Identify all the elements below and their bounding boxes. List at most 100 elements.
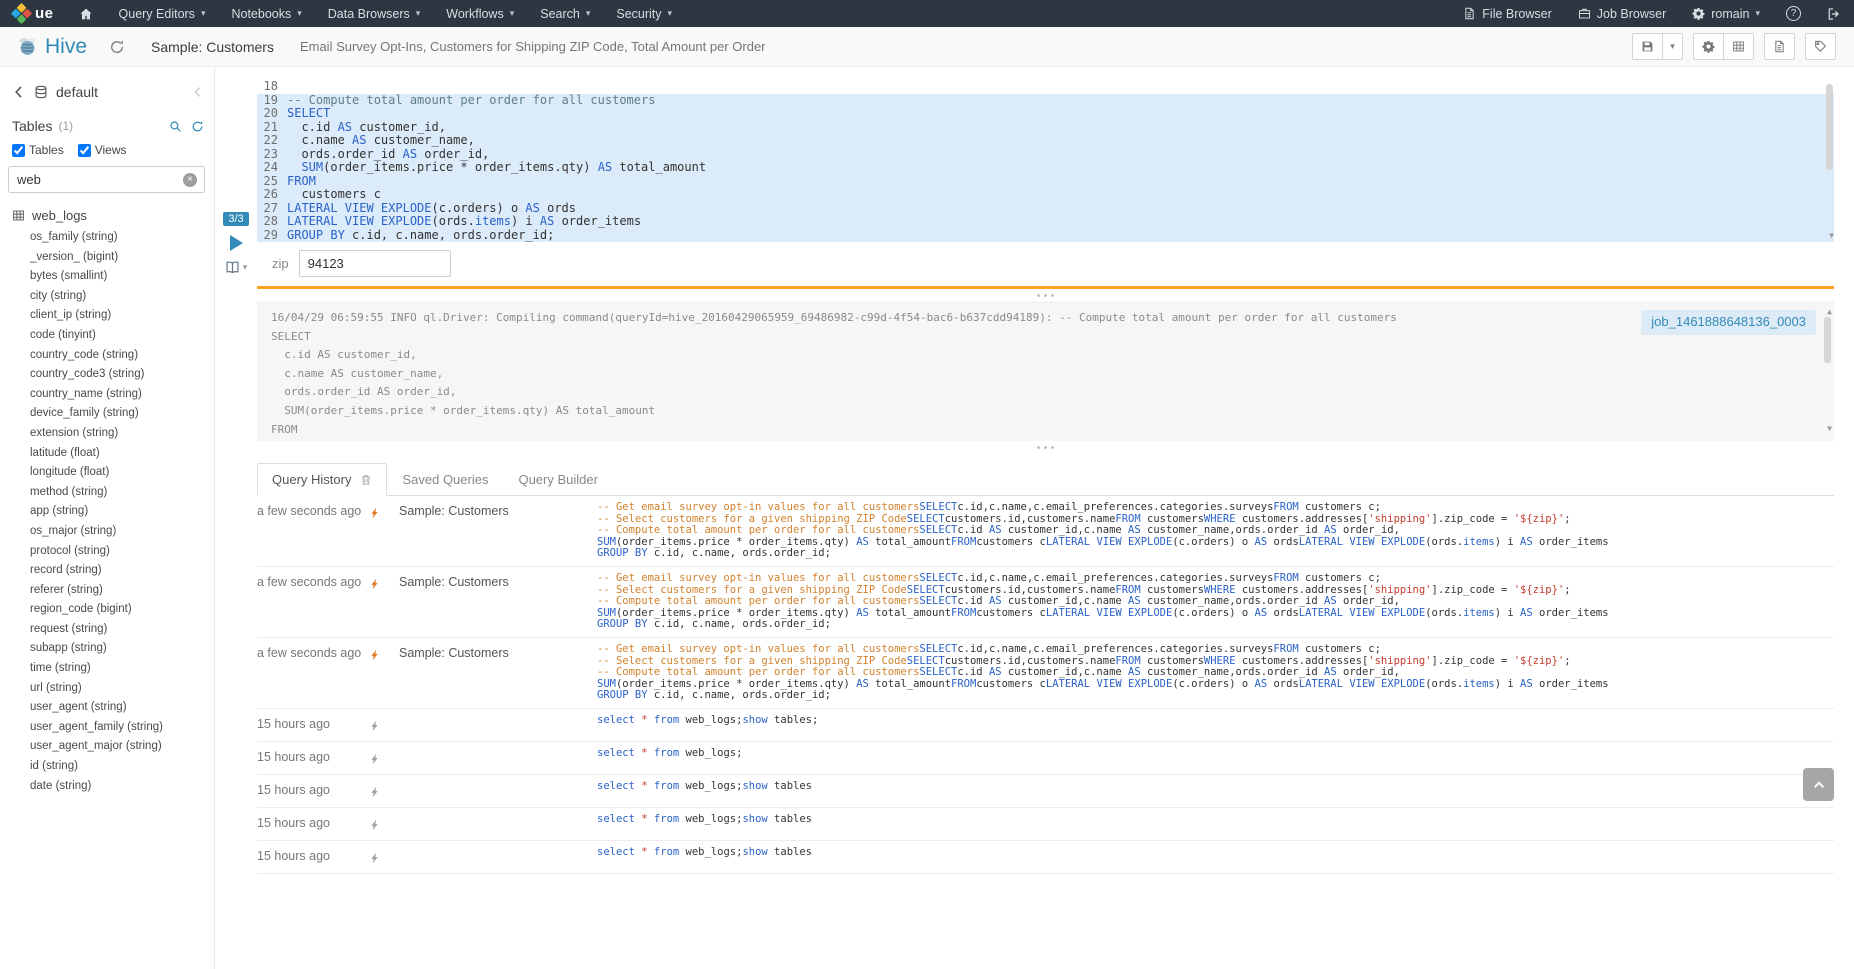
column-item[interactable]: user_agent (string) [0,698,214,718]
filter-tables-checkbox[interactable]: Tables [12,143,64,157]
history-sql-preview[interactable]: select * from web_logs;show tables [597,847,1834,859]
history-sql-preview[interactable]: -- Get email survey opt-in values for al… [597,502,1834,560]
column-item[interactable]: country_code (string) [0,346,214,366]
history-query-name[interactable]: Sample: Customers [399,573,597,589]
column-item[interactable]: latitude (float) [0,444,214,464]
tags-button[interactable] [1805,33,1836,60]
column-item[interactable]: city (string) [0,287,214,307]
database-name[interactable]: default [56,84,98,100]
column-item[interactable]: country_code3 (string) [0,365,214,385]
history-query-name[interactable] [399,748,597,750]
menu-data-browsers[interactable]: Data Browsers▾ [315,0,434,27]
column-item[interactable]: user_agent_family (string) [0,718,214,738]
log-scrollbar[interactable]: ▲▼ [1823,303,1832,439]
schedule-button[interactable] [1724,33,1754,60]
collapse-panel-icon[interactable] [192,86,204,98]
column-item[interactable]: method (string) [0,483,214,503]
column-item[interactable]: code (tinyint) [0,326,214,346]
trash-icon[interactable] [360,474,372,486]
column-item[interactable]: user_agent_major (string) [0,737,214,757]
settings-button[interactable] [1693,33,1724,60]
column-item[interactable]: extension (string) [0,424,214,444]
code-editor[interactable]: 18 19-- Compute total amount per order f… [257,80,1834,242]
refresh-icon[interactable] [191,120,204,133]
column-item[interactable]: client_ip (string) [0,306,214,326]
hue-logo[interactable]: ue [0,0,66,27]
assist-docs-button[interactable]: ▾ [225,260,248,275]
query-history-icon[interactable] [109,39,125,55]
column-item[interactable]: time (string) [0,659,214,679]
help-button[interactable]: ? [1773,0,1814,27]
clear-search-icon[interactable]: × [183,173,197,187]
save-button[interactable] [1632,33,1663,60]
history-row[interactable]: 15 hours ago select * from web_logs;show… [257,775,1834,808]
column-item[interactable]: app (string) [0,502,214,522]
back-chevron-icon[interactable] [12,85,26,99]
history-row[interactable]: 15 hours ago select * from web_logs; [257,742,1834,775]
resize-handle[interactable] [257,441,1834,453]
scroll-down-icon[interactable]: ▼ [1829,229,1834,243]
history-query-name[interactable]: Sample: Customers [399,502,597,518]
history-sql-preview[interactable]: -- Get email survey opt-in values for al… [597,644,1834,702]
column-item[interactable]: longitude (float) [0,463,214,483]
home-button[interactable] [66,0,106,27]
history-query-name[interactable] [399,847,597,849]
resize-handle[interactable] [257,289,1834,301]
menu-workflows[interactable]: Workflows▾ [433,0,527,27]
tables-checkbox-input[interactable] [12,144,25,157]
column-item[interactable]: os_major (string) [0,522,214,542]
history-sql-preview[interactable]: select * from web_logs; [597,748,1834,760]
document-button[interactable] [1764,33,1795,60]
filter-views-checkbox[interactable]: Views [78,143,127,157]
history-sql-preview[interactable]: select * from web_logs;show tables [597,781,1834,793]
job-link[interactable]: job_1461888648136_0003 [1641,310,1816,335]
history-row[interactable]: 15 hours ago select * from web_logs;show… [257,709,1834,742]
menu-query-editors[interactable]: Query Editors▾ [106,0,219,27]
history-row[interactable]: 15 hours ago select * from web_logs;show… [257,808,1834,841]
menu-notebooks[interactable]: Notebooks▾ [218,0,314,27]
column-item[interactable]: request (string) [0,620,214,640]
history-sql-preview[interactable]: -- Get email survey opt-in values for al… [597,573,1834,631]
column-item[interactable]: country_name (string) [0,385,214,405]
column-item[interactable]: date (string) [0,777,214,797]
history-query-name[interactable] [399,814,597,816]
file-browser-link[interactable]: File Browser [1450,0,1564,27]
history-sql-preview[interactable]: select * from web_logs;show tables [597,814,1834,826]
history-query-name[interactable]: Sample: Customers [399,644,597,660]
variable-input[interactable] [299,250,451,277]
job-browser-link[interactable]: Job Browser [1565,0,1679,27]
history-query-name[interactable] [399,715,597,717]
column-item[interactable]: region_code (bigint) [0,600,214,620]
views-checkbox-input[interactable] [78,144,91,157]
table-item-web-logs[interactable]: web_logs [0,208,214,223]
column-item[interactable]: url (string) [0,679,214,699]
save-dropdown-button[interactable]: ▾ [1663,33,1683,60]
history-row[interactable]: 15 hours ago select * from web_logs;show… [257,841,1834,874]
history-sql-preview[interactable]: select * from web_logs;show tables; [597,715,1834,727]
column-item[interactable]: record (string) [0,561,214,581]
history-row[interactable]: a few seconds ago Sample: Customers -- G… [257,638,1834,709]
user-menu[interactable]: romain▾ [1679,0,1773,27]
column-item[interactable]: bytes (smallint) [0,267,214,287]
menu-security[interactable]: Security▾ [603,0,685,27]
column-item[interactable]: protocol (string) [0,542,214,562]
app-name[interactable]: Hive [45,35,87,59]
column-item[interactable]: id (string) [0,757,214,777]
history-row[interactable]: a few seconds ago Sample: Customers -- G… [257,567,1834,638]
sign-out-button[interactable] [1814,0,1854,27]
column-item[interactable]: referer (string) [0,581,214,601]
history-row[interactable]: a few seconds ago Sample: Customers -- G… [257,496,1834,567]
editor-scrollbar[interactable]: ▼ [1825,80,1834,242]
menu-search[interactable]: Search▾ [527,0,603,27]
column-item[interactable]: subapp (string) [0,639,214,659]
column-item[interactable]: _version_ (bigint) [0,248,214,268]
tab-saved-queries[interactable]: Saved Queries [387,463,503,496]
tab-query-builder[interactable]: Query Builder [503,463,612,496]
scroll-to-top-button[interactable] [1803,768,1834,801]
column-item[interactable]: device_family (string) [0,404,214,424]
search-icon[interactable] [169,120,182,133]
history-query-name[interactable] [399,781,597,783]
execute-button[interactable] [230,235,243,251]
table-search-input[interactable] [8,166,205,193]
tab-query-history[interactable]: Query History [257,463,387,496]
